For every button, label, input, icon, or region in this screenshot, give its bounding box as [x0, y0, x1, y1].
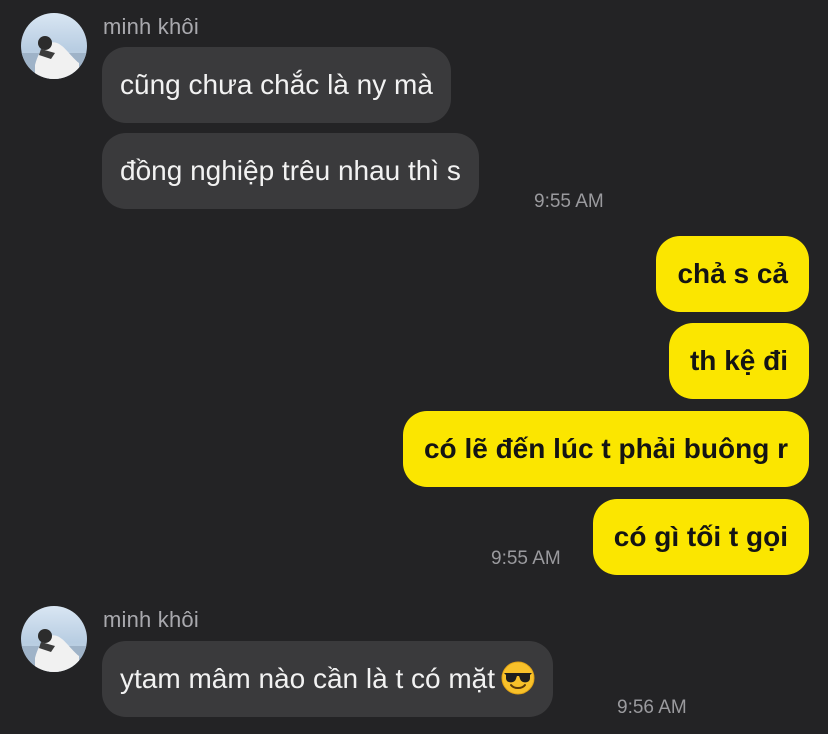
message-bubble-outgoing[interactable]: chả s cả	[656, 236, 809, 312]
message-text: ytam mâm nào cần là t có mặt	[120, 663, 496, 694]
avatar[interactable]	[21, 606, 87, 672]
message-bubble-incoming[interactable]: cũng chưa chắc là ny mà	[102, 47, 451, 123]
message-bubble-incoming[interactable]: ytam mâm nào cần là t có mặt	[102, 641, 554, 717]
message-bubble-outgoing[interactable]: có gì tối t gọi	[592, 499, 809, 575]
message-bubble-incoming[interactable]: đồng nghiệp trêu nhau thì s	[102, 133, 479, 209]
message-timestamp: 9:56 AM	[617, 697, 687, 718]
sunglasses-emoji-icon	[501, 661, 535, 695]
sender-name: minh khôi	[103, 14, 199, 39]
message-bubble-outgoing[interactable]: th kệ đi	[668, 323, 809, 399]
message-bubble-outgoing[interactable]: có lẽ đến lúc t phải buông r	[402, 411, 809, 487]
message-timestamp: 9:55 AM	[491, 548, 561, 569]
avatar-photo	[21, 629, 87, 672]
avatar[interactable]	[21, 13, 87, 79]
sender-name: minh khôi	[103, 607, 199, 632]
avatar-photo	[21, 36, 87, 79]
message-timestamp: 9:55 AM	[534, 191, 604, 212]
